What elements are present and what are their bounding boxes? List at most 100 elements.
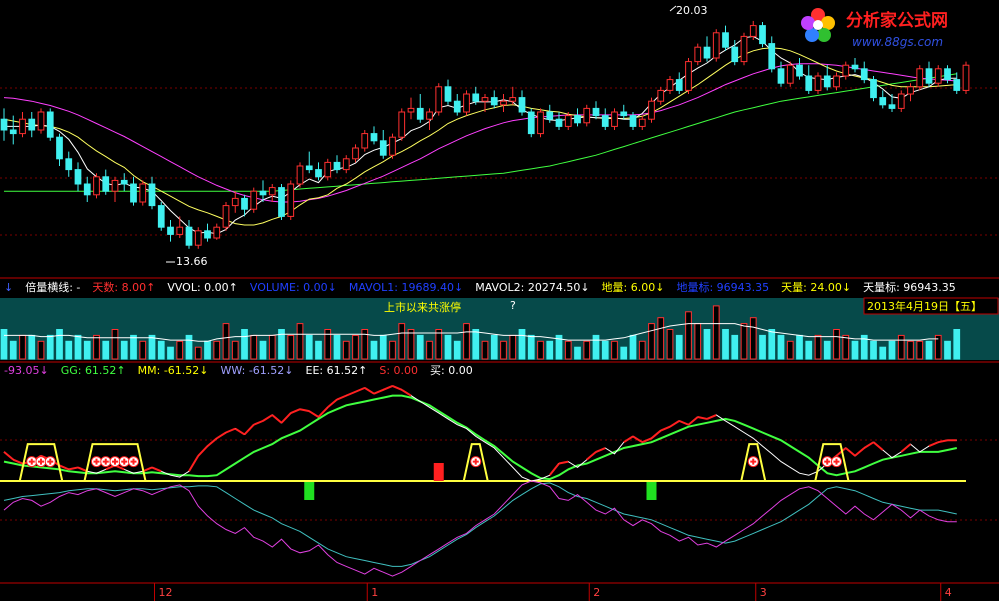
volume-bar bbox=[250, 334, 258, 360]
candlestick bbox=[296, 162, 304, 188]
candlestick bbox=[786, 61, 794, 87]
volume-bar bbox=[352, 334, 359, 360]
volume-bar bbox=[259, 340, 267, 360]
volume-bar bbox=[620, 346, 628, 360]
header-field: 天数: 8.00↑ bbox=[92, 281, 155, 294]
volume-bar bbox=[888, 340, 896, 360]
volume-bar bbox=[592, 334, 600, 360]
candlestick bbox=[435, 83, 443, 116]
volume-bar bbox=[500, 340, 507, 360]
candlestick bbox=[537, 108, 544, 138]
volume-bar bbox=[28, 334, 36, 360]
candlestick bbox=[934, 65, 942, 87]
volume-bar bbox=[768, 329, 776, 360]
candlestick bbox=[712, 29, 720, 62]
volume-bar bbox=[111, 329, 119, 360]
high-price-label: 20.03 bbox=[676, 4, 708, 17]
buy-marker-icon bbox=[26, 456, 38, 468]
date-label: 2013年4月19日【五】 bbox=[867, 299, 982, 313]
limit-up-note-mark: ? bbox=[510, 299, 516, 312]
watermark-title: 分析家公式网 bbox=[846, 10, 948, 31]
volume-bar bbox=[601, 340, 609, 360]
buy-marker-icon bbox=[100, 456, 112, 468]
candlestick bbox=[759, 22, 766, 48]
volume-bar bbox=[749, 317, 757, 360]
volume-bar bbox=[379, 334, 387, 360]
volume-bar bbox=[472, 329, 480, 360]
candlestick bbox=[398, 108, 406, 141]
volume-bar bbox=[870, 340, 877, 360]
header-field: 地量标: 96943.35 bbox=[676, 280, 769, 294]
volume-bar bbox=[167, 346, 174, 360]
volume-bar bbox=[204, 340, 211, 360]
volume-bar bbox=[83, 340, 91, 360]
volume-bar bbox=[56, 329, 63, 360]
volume-bar bbox=[389, 340, 396, 360]
header-field: MAVOL1: 19689.40↓ bbox=[349, 281, 463, 294]
volume-bar bbox=[518, 329, 526, 360]
volume-bar bbox=[481, 340, 489, 360]
volume-bar bbox=[722, 329, 729, 360]
header-field: 倍量横线: - bbox=[25, 280, 80, 294]
candlestick bbox=[37, 108, 45, 134]
volume-bar bbox=[46, 334, 54, 360]
header-field: EE: 61.52↑ bbox=[306, 364, 368, 377]
header-field: 天量: 24.00↓ bbox=[781, 281, 851, 294]
candlestick bbox=[611, 108, 618, 130]
buy-marker-icon bbox=[831, 456, 842, 468]
volume-bar bbox=[897, 334, 905, 360]
header-field: GG: 61.52↑ bbox=[61, 364, 126, 377]
buy-marker-icon bbox=[747, 456, 759, 468]
volume-bar bbox=[463, 323, 470, 360]
candlestick bbox=[389, 133, 396, 159]
volume-bar bbox=[694, 323, 702, 360]
candlestick bbox=[916, 65, 924, 91]
buy-marker-icon bbox=[44, 456, 56, 468]
volume-bar bbox=[453, 340, 461, 360]
volume-bar bbox=[305, 334, 313, 360]
signal-bar bbox=[646, 482, 657, 500]
header-field: MAVOL2: 20274.50↓ bbox=[475, 281, 589, 294]
header-field: S: 0.00 bbox=[379, 364, 418, 377]
volume-bar bbox=[796, 334, 803, 360]
signal-bar bbox=[433, 463, 444, 481]
volume-bar bbox=[574, 346, 581, 360]
candlestick bbox=[194, 227, 202, 249]
volume-bar bbox=[490, 334, 498, 360]
candlestick bbox=[870, 76, 877, 102]
volume-bar bbox=[287, 334, 295, 360]
volume-bar bbox=[527, 334, 535, 360]
buy-marker-icon bbox=[118, 456, 130, 468]
volume-bar bbox=[398, 323, 406, 360]
volume-bar bbox=[703, 329, 711, 360]
header-field: MM: -61.52↓ bbox=[138, 364, 209, 377]
candlestick bbox=[962, 61, 970, 94]
volume-bar bbox=[685, 311, 692, 360]
volume-bar bbox=[157, 340, 165, 360]
candlestick bbox=[694, 43, 702, 66]
candlestick bbox=[814, 72, 822, 94]
buy-marker-icon bbox=[470, 456, 482, 468]
volume-bar bbox=[916, 340, 924, 360]
volume-bar bbox=[185, 334, 193, 360]
volume-bar bbox=[37, 340, 45, 360]
candlestick bbox=[648, 97, 655, 123]
volume-bar bbox=[907, 340, 914, 360]
volume-bar bbox=[851, 340, 859, 360]
volume-bar bbox=[823, 340, 831, 360]
volume-bar bbox=[416, 334, 424, 360]
volume-bar bbox=[564, 340, 572, 360]
watermark-url: www.88gs.com bbox=[852, 35, 943, 49]
header-field: 地量: 6.00↓ bbox=[602, 281, 665, 294]
time-tick-label: 4 bbox=[945, 586, 952, 599]
header-field: ↓ bbox=[4, 281, 13, 294]
volume-bar bbox=[65, 340, 73, 360]
header-field: -93.05↓ bbox=[4, 364, 49, 377]
volume-bar bbox=[805, 340, 813, 360]
volume-bar bbox=[675, 334, 683, 360]
volume-bar bbox=[139, 340, 147, 360]
header-field: VVOL: 0.00↑ bbox=[167, 281, 238, 294]
volume-bar bbox=[731, 334, 739, 360]
volume-bar bbox=[296, 323, 304, 360]
volume-bar bbox=[814, 334, 822, 360]
